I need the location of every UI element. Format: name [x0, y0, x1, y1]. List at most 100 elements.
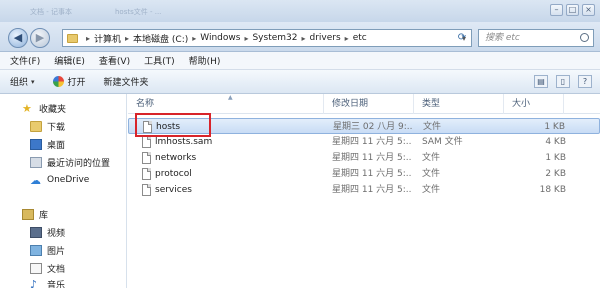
nav-onedrive-label: OneDrive — [47, 175, 90, 185]
breadcrumb-windows[interactable]: Windows — [200, 33, 240, 43]
cloud-icon: ☁ — [30, 173, 41, 187]
nav-video-label: 视频 — [47, 228, 66, 239]
nav-pictures-label: 图片 — [47, 246, 66, 257]
back-button[interactable]: ◀ — [8, 28, 28, 48]
column-type[interactable]: 类型 — [414, 94, 504, 114]
ghost-tab: hosts文件 - ... — [115, 8, 162, 16]
open-icon — [52, 76, 64, 87]
view-options-icon[interactable]: ▤ — [534, 75, 548, 88]
table-row[interactable]: services 星期四 11 六月 5:... 文件 18 KB — [128, 182, 600, 198]
chevron-right-icon[interactable]: ▸ — [345, 34, 349, 43]
table-row[interactable]: networks 星期四 11 六月 5:... 文件 1 KB — [128, 150, 600, 166]
file-modified: 星期四 11 六月 5:... — [332, 185, 412, 195]
nav-documents[interactable]: 文档 — [30, 260, 65, 276]
file-name: services — [155, 185, 192, 195]
chevron-right-icon[interactable]: ▸ — [192, 34, 196, 43]
nav-downloads[interactable]: 下载 — [30, 118, 65, 134]
nav-favorites[interactable]: ★ 收藏夹 — [22, 100, 66, 116]
menu-file[interactable]: 文件(F) — [10, 54, 40, 67]
menu-bar: 文件(F) 编辑(E) 查看(V) 工具(T) 帮助(H) — [0, 52, 600, 70]
column-name[interactable]: 名称 — [128, 94, 324, 114]
file-modified: 星期四 11 六月 5:... — [332, 169, 412, 179]
column-modified[interactable]: 修改日期 — [324, 94, 414, 114]
menu-view[interactable]: 查看(V) — [99, 54, 130, 67]
breadcrumb-drivers[interactable]: drivers — [310, 33, 341, 43]
nav-libraries[interactable]: 库 — [22, 206, 48, 222]
preview-pane-icon[interactable]: ▯ — [556, 75, 570, 88]
refresh-icon: ⟳ — [457, 32, 467, 43]
close-button[interactable]: × — [582, 4, 595, 16]
refresh-button[interactable]: ⟳ — [454, 30, 470, 46]
file-icon — [142, 168, 151, 180]
nav-video[interactable]: 视频 — [30, 224, 65, 240]
chevron-right-icon[interactable]: ▸ — [244, 34, 248, 43]
desktop-icon — [30, 138, 42, 150]
help-icon[interactable]: ? — [578, 75, 592, 88]
navigation-pane: ★ 收藏夹 下载 桌面 最近访问的位置 ☁ OneDrive 库 视频 图片 文… — [0, 94, 127, 288]
file-modified: 星期三 02 八月 9:... — [333, 122, 413, 132]
menu-tools[interactable]: 工具(T) — [144, 54, 175, 67]
file-type: 文件 — [422, 153, 441, 163]
file-size: 18 KB — [539, 185, 566, 195]
open-label: 打开 — [67, 78, 86, 88]
video-icon — [30, 226, 42, 238]
breadcrumb-computer[interactable]: 计算机 — [94, 32, 121, 45]
forward-button[interactable]: ▶ — [30, 28, 50, 48]
file-size: 1 KB — [544, 122, 565, 132]
nav-music[interactable]: ♪ 音乐 — [30, 276, 65, 288]
new-folder-button[interactable]: 新建文件夹 — [104, 75, 149, 88]
nav-music-label: 音乐 — [47, 280, 66, 288]
title-bar: 文档 - 记事本 hosts文件 - ... – □ × — [0, 0, 600, 22]
file-type: 文件 — [422, 185, 441, 195]
open-button[interactable]: 打开 — [52, 75, 86, 88]
nav-recent-label: 最近访问的位置 — [47, 158, 111, 169]
chevron-right-icon[interactable]: ▸ — [125, 34, 129, 43]
table-row[interactable]: protocol 星期四 11 六月 5:... 文件 2 KB — [128, 166, 600, 182]
nav-documents-label: 文档 — [47, 264, 66, 275]
address-bar[interactable]: ▸ 计算机 ▸ 本地磁盘 (C:) ▸ Windows ▸ System32 ▸… — [62, 29, 472, 47]
star-icon: ★ — [22, 101, 32, 115]
file-type: 文件 — [422, 169, 441, 179]
file-name: protocol — [155, 169, 192, 179]
nav-libraries-label: 库 — [39, 210, 49, 221]
breadcrumb-local-disk[interactable]: 本地磁盘 (C:) — [133, 32, 188, 45]
menu-help[interactable]: 帮助(H) — [189, 54, 221, 67]
breadcrumb-system32[interactable]: System32 — [252, 33, 297, 43]
file-size: 2 KB — [545, 169, 566, 179]
nav-desktop[interactable]: 桌面 — [30, 136, 65, 152]
menu-edit[interactable]: 编辑(E) — [54, 54, 85, 67]
nav-recent[interactable]: 最近访问的位置 — [30, 154, 110, 170]
file-type: SAM 文件 — [422, 137, 463, 147]
file-type: 文件 — [423, 122, 442, 132]
address-row: ◀ ▶ ▸ 计算机 ▸ 本地磁盘 (C:) ▸ Windows ▸ System… — [0, 22, 600, 52]
column-header-row: ▲ 名称 修改日期 类型 大小 — [128, 94, 600, 114]
nav-onedrive[interactable]: ☁ OneDrive — [30, 172, 89, 188]
search-placeholder: 搜索 etc — [485, 33, 520, 43]
search-input[interactable]: 搜索 etc — [478, 29, 594, 47]
file-list: ▲ 名称 修改日期 类型 大小 hosts 星期三 02 八月 9:... 文件… — [128, 94, 600, 288]
nav-downloads-label: 下载 — [47, 122, 66, 133]
chevron-right-icon[interactable]: ▸ — [86, 34, 90, 43]
nav-pictures[interactable]: 图片 — [30, 242, 65, 258]
nav-desktop-label: 桌面 — [47, 140, 66, 151]
ghost-tab: 文档 - 记事本 — [30, 8, 72, 16]
breadcrumb-etc[interactable]: etc — [353, 33, 367, 43]
organize-button[interactable]: 组织 ▾ — [10, 75, 35, 89]
file-name: networks — [155, 153, 197, 163]
documents-icon — [30, 262, 42, 274]
minimize-button[interactable]: – — [550, 4, 563, 16]
file-icon — [142, 184, 151, 196]
music-icon: ♪ — [30, 277, 38, 288]
file-icon — [142, 152, 151, 164]
forward-arrow-icon: ▶ — [35, 31, 45, 44]
maximize-button[interactable]: □ — [566, 4, 579, 16]
chevron-right-icon[interactable]: ▸ — [301, 34, 305, 43]
file-icon — [142, 136, 151, 148]
downloads-folder-icon — [30, 120, 42, 132]
file-modified: 星期四 11 六月 5:... — [332, 137, 412, 147]
column-size[interactable]: 大小 — [504, 94, 564, 114]
highlight-annotation — [135, 113, 211, 137]
search-icon[interactable] — [580, 33, 589, 42]
file-size: 4 KB — [545, 137, 566, 147]
library-icon — [22, 208, 34, 220]
